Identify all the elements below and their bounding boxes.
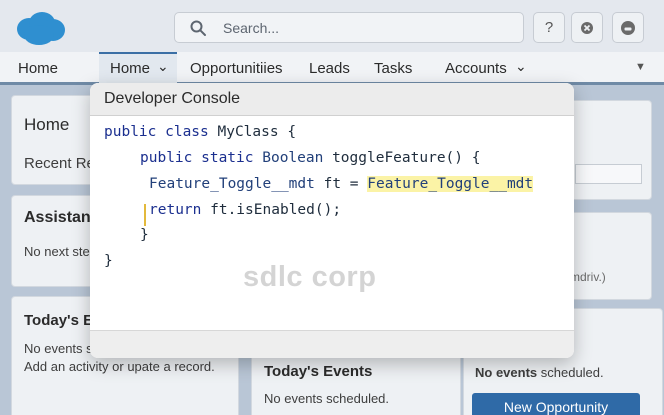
- search-icon: [190, 20, 206, 36]
- new-opportunity-button[interactable]: New Opportunity: [472, 393, 640, 415]
- modal-footer: [90, 330, 574, 358]
- tab-opportunities[interactable]: Opportunitiies: [190, 60, 283, 77]
- setup-button[interactable]: [571, 12, 603, 43]
- more-tabs-icon[interactable]: ▼: [635, 61, 646, 73]
- right-card-fragment: mdriv.): [570, 270, 606, 284]
- notifications-button[interactable]: [612, 12, 644, 43]
- tab-tasks[interactable]: Tasks: [374, 60, 412, 77]
- assistant-text: No next ste: [24, 244, 90, 259]
- code-line-1: public class MyClass {: [104, 124, 297, 140]
- app-name: Home: [18, 60, 59, 77]
- assistant-title: Assistant: [24, 209, 97, 226]
- right-card-input[interactable]: [575, 164, 642, 184]
- events-left-line1: No events s: [24, 341, 93, 356]
- code-line-3: Feature_Toggle__mdt ft = Feature_Toggle_…: [149, 176, 534, 192]
- close-circle-icon: [581, 21, 593, 34]
- developer-console-modal: Developer Console public class MyClass {…: [90, 83, 574, 358]
- events-mid-title: Today's Events: [264, 363, 373, 380]
- chevron-down-icon[interactable]: ⌄: [157, 58, 169, 75]
- code-line-6: }: [104, 253, 113, 269]
- modal-header: Developer Console: [90, 83, 574, 116]
- bell-icon: [621, 20, 635, 35]
- search-placeholder: Search...: [223, 20, 280, 36]
- events-mid-line1: No events scheduled.: [264, 391, 390, 406]
- code-line-5: }: [140, 227, 149, 243]
- home-card-title: Home: [24, 115, 70, 134]
- recent-records-label: Recent Re: [24, 155, 95, 172]
- highlighted-token: Feature_Toggle__mdt: [367, 176, 534, 192]
- watermark: sdlc corp: [243, 261, 377, 293]
- global-header: Search... ?: [0, 0, 664, 52]
- gutter-marker: [144, 204, 146, 226]
- salesforce-cloud-logo[interactable]: [14, 10, 66, 46]
- code-line-4: return ft.isEnabled();: [149, 202, 342, 218]
- tab-accounts[interactable]: Accounts: [445, 60, 507, 77]
- help-icon: ?: [544, 19, 554, 36]
- help-button[interactable]: ?: [533, 12, 565, 43]
- tab-home[interactable]: Home: [110, 60, 150, 77]
- tab-leads[interactable]: Leads: [309, 60, 350, 77]
- modal-title: Developer Console: [104, 90, 241, 107]
- chevron-down-icon[interactable]: ⌄: [515, 58, 527, 75]
- events-left-line2: Add an activity or upate a record.: [24, 359, 215, 374]
- right-events-line: No events scheduled.: [475, 365, 604, 380]
- code-editor[interactable]: public class MyClass { public static Boo…: [90, 116, 574, 330]
- code-line-2: public static Boolean toggleFeature() {: [140, 150, 481, 166]
- global-search-input[interactable]: Search...: [174, 12, 524, 43]
